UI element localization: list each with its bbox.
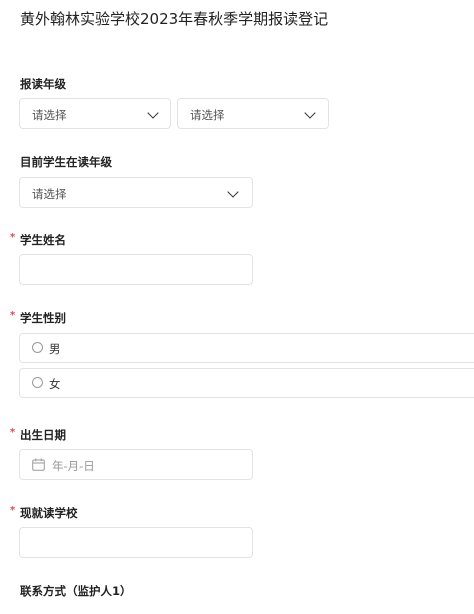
radio-circle-icon[interactable] <box>32 377 43 388</box>
required-star: * <box>10 310 16 321</box>
student-name-input[interactable] <box>19 254 253 285</box>
current-school-label: 现就读学校 <box>20 506 78 520</box>
student-name-label-row: * 学生姓名 <box>10 232 66 248</box>
birth-date-label: 出生日期 <box>20 428 66 442</box>
student-name-label: 学生姓名 <box>20 233 66 247</box>
gender-label: 学生性别 <box>20 311 66 325</box>
grade-select-primary-value: 请选择 <box>32 108 67 122</box>
chevron-down-icon <box>304 107 316 119</box>
required-star: * <box>10 232 16 243</box>
gender-option-female-label: 女 <box>49 377 61 391</box>
birth-date-label-row: * 出生日期 <box>10 427 66 443</box>
birth-date-input[interactable]: 年-月-日 <box>19 449 253 480</box>
radio-circle-icon[interactable] <box>32 342 43 353</box>
grade-select-secondary[interactable]: 请选择 <box>177 98 329 129</box>
required-star: * <box>10 427 16 438</box>
gender-option-male[interactable]: 男 <box>19 333 474 363</box>
required-star: * <box>10 505 16 516</box>
contact-label: 联系方式（监护人1） <box>20 584 132 598</box>
gender-option-male-label: 男 <box>49 342 61 356</box>
gender-label-row: * 学生性别 <box>10 310 66 326</box>
chevron-down-icon <box>147 107 159 119</box>
chevron-down-icon <box>227 186 239 198</box>
gender-option-female[interactable]: 女 <box>19 368 474 398</box>
current-school-label-row: * 现就读学校 <box>10 505 78 521</box>
current-school-input[interactable] <box>19 527 253 558</box>
grade-label: 报读年级 <box>20 77 66 91</box>
current-grade-select[interactable]: 请选择 <box>19 177 253 208</box>
current-grade-label: 目前学生在读年级 <box>20 155 112 169</box>
current-grade-select-value: 请选择 <box>32 187 67 201</box>
calendar-icon <box>32 458 45 471</box>
grade-select-primary[interactable]: 请选择 <box>19 98 171 129</box>
birth-date-placeholder: 年-月-日 <box>52 459 95 473</box>
registration-form-page: 黄外翰林实验学校2023年春秋季学期报读登记 报读年级 请选择 请选择 目前学生… <box>0 0 474 614</box>
grade-select-secondary-value: 请选择 <box>190 108 225 122</box>
form-title: 黄外翰林实验学校2023年春秋季学期报读登记 <box>20 10 329 28</box>
